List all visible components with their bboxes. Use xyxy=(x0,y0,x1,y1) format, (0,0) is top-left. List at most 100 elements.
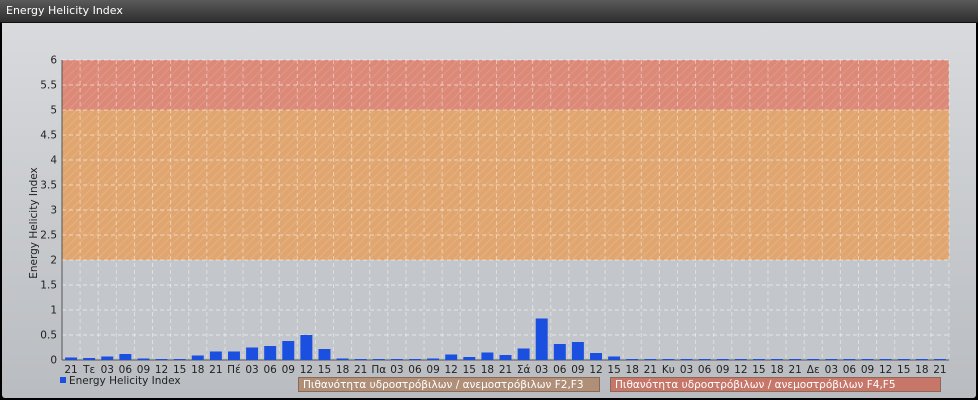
bar-41 xyxy=(807,359,820,360)
x-tick-label: Κυ xyxy=(662,364,675,376)
x-tick-label: 21 xyxy=(354,364,367,376)
x-tick-label: 21 xyxy=(933,364,946,376)
y-tick-label: 2.5 xyxy=(40,230,57,242)
bar-22 xyxy=(463,357,476,360)
bar-8 xyxy=(209,351,222,360)
bar-48 xyxy=(933,359,946,360)
bar-10 xyxy=(246,347,259,360)
bar-16 xyxy=(354,359,367,360)
x-tick-label: Πα xyxy=(371,364,386,376)
bar-6 xyxy=(173,359,186,360)
y-tick-label: 5 xyxy=(50,105,57,117)
x-tick-label: 15 xyxy=(752,364,765,376)
y-tick-label: 1 xyxy=(50,305,57,317)
x-tick-label: Πέ xyxy=(227,364,241,376)
bar-47 xyxy=(915,359,928,360)
x-tick-label: 12 xyxy=(734,364,747,376)
x-tick-label: 06 xyxy=(263,364,277,376)
x-tick-label: 09 xyxy=(571,364,584,376)
bar-2 xyxy=(101,356,114,360)
x-tick-label: 21 xyxy=(499,364,512,376)
bar-27 xyxy=(553,344,566,360)
x-tick-label: 15 xyxy=(607,364,620,376)
y-tick-label: 4 xyxy=(50,155,57,167)
x-tick-label: 06 xyxy=(408,364,422,376)
x-tick-label: 03 xyxy=(825,364,838,376)
x-tick-label: 21 xyxy=(788,364,801,376)
bar-44 xyxy=(861,359,874,360)
x-tick-label: 12 xyxy=(589,364,602,376)
bar-4 xyxy=(137,358,150,360)
y-tick-label: 2 xyxy=(50,255,57,267)
bar-0 xyxy=(65,357,78,360)
bar-37 xyxy=(734,359,747,360)
x-tick-label: 12 xyxy=(879,364,892,376)
x-tick-label: Δε xyxy=(807,364,820,376)
bar-13 xyxy=(300,335,313,360)
bar-19 xyxy=(409,359,421,360)
title-bar: Energy Helicity Index xyxy=(0,0,978,23)
bar-26 xyxy=(535,318,548,360)
bar-45 xyxy=(879,359,892,360)
x-tick-label: 18 xyxy=(191,364,204,376)
x-tick-label: 12 xyxy=(445,364,458,376)
bar-29 xyxy=(590,353,602,360)
bar-43 xyxy=(843,359,856,360)
bar-21 xyxy=(445,354,458,360)
x-tick-label: 06 xyxy=(553,364,567,376)
bar-46 xyxy=(897,359,910,360)
legend-swatch xyxy=(60,377,66,383)
bar-24 xyxy=(499,355,512,360)
x-tick-label: 12 xyxy=(300,364,313,376)
chart-panel: 0 0.5 1 1.5 2 2.5 3 3.5 4 4.5 5 5.5 6 21 Τε 03 06 09 12 15… xyxy=(2,23,976,398)
y-tick-label: 3.5 xyxy=(40,180,57,192)
y-tick-label: 0 xyxy=(50,355,57,367)
legend-series-item: Energy Helicity Index xyxy=(60,375,181,387)
bar-30 xyxy=(608,356,621,360)
x-tick-label: 03 xyxy=(535,364,548,376)
bar-20 xyxy=(427,358,440,360)
bar-17 xyxy=(372,359,385,360)
x-tick-label: 15 xyxy=(463,364,476,376)
chart-window: Energy Helicity Index 0 0.5 1 1.5 2 2.5 3 3.5 4 4… xyxy=(0,0,978,400)
y-tick-label: 5.5 xyxy=(40,80,57,92)
legend-series-label: Energy Helicity Index xyxy=(69,375,181,387)
bar-5 xyxy=(155,359,168,360)
y-tick-label: 3 xyxy=(50,205,57,217)
bar-33 xyxy=(662,359,675,360)
bar-3 xyxy=(119,354,132,360)
bar-15 xyxy=(336,358,349,360)
y-tick-label: 4.5 xyxy=(40,130,57,142)
ehi-chart: 00.511.522.533.544.555.56 21 Τε 03 06 09 12 15… xyxy=(28,55,950,376)
bar-9 xyxy=(228,351,240,360)
bar-31 xyxy=(626,359,639,360)
x-tick-label: 15 xyxy=(318,364,331,376)
bar-32 xyxy=(644,359,657,360)
bar-36 xyxy=(716,359,729,360)
legend-band-f4f5: Πιθανότητα υδροστρόβιλων / ανεμοστρόβιλω… xyxy=(610,377,941,392)
x-tick-label: 06 xyxy=(698,364,712,376)
x-tick-label: 21 xyxy=(209,364,222,376)
x-tick-label: 18 xyxy=(915,364,928,376)
x-tick-label: 03 xyxy=(245,364,258,376)
bar-18 xyxy=(390,359,403,360)
x-tick-label: 09 xyxy=(716,364,729,376)
x-tick-label: 06 xyxy=(843,364,857,376)
x-tick-label: 18 xyxy=(481,364,494,376)
x-tick-label: 15 xyxy=(897,364,910,376)
y-tick-label: 6 xyxy=(50,55,57,67)
bar-11 xyxy=(264,346,277,360)
x-tick-label: Σά xyxy=(517,364,531,376)
bar-12 xyxy=(282,341,295,360)
y-tick-label: 0.5 xyxy=(40,330,57,342)
bar-42 xyxy=(825,359,838,360)
x-tick-label: 21 xyxy=(644,364,657,376)
window-title: Energy Helicity Index xyxy=(6,4,123,17)
x-tick-label: 03 xyxy=(390,364,403,376)
x-tick-label: 18 xyxy=(770,364,783,376)
x-tick-label: 09 xyxy=(282,364,295,376)
y-tick-label: 1.5 xyxy=(40,280,57,292)
x-tick-label: 09 xyxy=(861,364,874,376)
bar-7 xyxy=(191,355,204,360)
x-tick-label: 18 xyxy=(626,364,639,376)
